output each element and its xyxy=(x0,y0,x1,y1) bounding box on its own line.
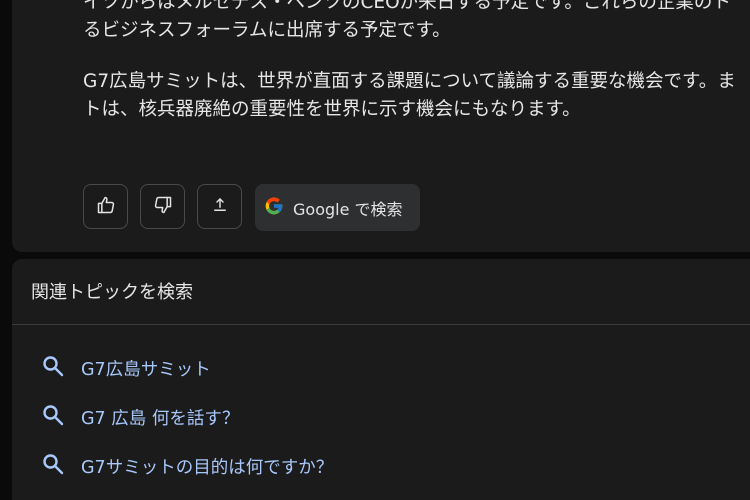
search-icon xyxy=(41,354,65,382)
share-icon xyxy=(211,196,229,217)
related-topic-item[interactable]: G7 広島 何を話す？ xyxy=(41,401,239,433)
response-paragraph-1: イツからはメルセデス・ベンツのCEOが来日する予定です。これらの企業のト るビジ… xyxy=(83,0,750,45)
related-topic-label: G7 広島 何を話す？ xyxy=(81,408,240,429)
like-button[interactable] xyxy=(83,184,128,229)
search-icon xyxy=(41,403,65,431)
related-topics-title: 関連トピックを検索 xyxy=(31,282,193,303)
response-line: G7広島サミットは、世界が直面する課題について議論する重要な機会です。ま xyxy=(83,71,736,92)
thumbs-up-icon xyxy=(96,195,116,218)
thumbs-down-icon xyxy=(153,195,173,218)
related-topic-item[interactable]: G7サミットの目的は何ですか？ xyxy=(41,450,333,482)
response-paragraph-2: G7広島サミットは、世界が直面する課題について議論する重要な機会です。ま トは、… xyxy=(83,68,750,124)
share-button[interactable] xyxy=(197,184,242,229)
related-topics-card: 関連トピックを検索 G7広島サミット G7 広島 何を話す？ G7サミットの目的… xyxy=(12,259,750,500)
search-icon xyxy=(41,452,65,480)
response-line: トは、核兵器廃絶の重要性を世界に示す機会にもなります。 xyxy=(83,99,581,120)
google-search-label: Google で検索 xyxy=(293,199,403,219)
related-topic-label: G7サミットの目的は何ですか？ xyxy=(81,457,334,478)
related-topic-item[interactable]: G7広島サミット xyxy=(41,352,211,384)
related-topic-label: G7広島サミット xyxy=(81,359,211,380)
divider xyxy=(12,324,750,325)
google-g-icon xyxy=(264,196,284,220)
response-line: るビジネスフォーラムに出席する予定です。 xyxy=(83,20,451,41)
google-search-button[interactable]: Google で検索 xyxy=(255,184,420,231)
dislike-button[interactable] xyxy=(140,184,185,229)
page: イツからはメルセデス・ベンツのCEOが来日する予定です。これらの企業のト るビジ… xyxy=(0,0,750,500)
response-line: イツからはメルセデス・ベンツのCEOが来日する予定です。これらの企業のト xyxy=(83,0,731,13)
